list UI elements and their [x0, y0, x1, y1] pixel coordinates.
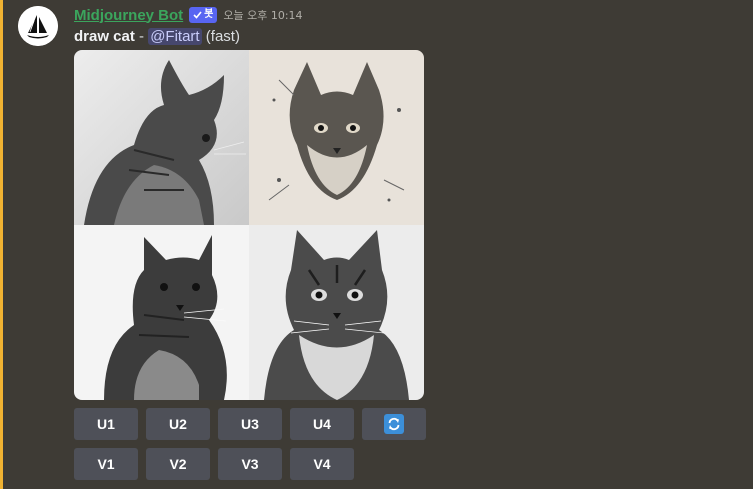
upscale-button-2[interactable]: U2 [146, 408, 210, 440]
variation-button-2[interactable]: V2 [146, 448, 210, 480]
refresh-icon [384, 414, 404, 434]
mode-label: (fast) [205, 28, 240, 45]
upscale-button-row: U1 U2 U3 U4 [74, 408, 426, 440]
reroll-button[interactable] [362, 408, 426, 440]
message-content: draw cat - @Fitart (fast) [74, 27, 240, 47]
variation-button-3[interactable]: V3 [218, 448, 282, 480]
bot-tag-label: 봇 [204, 9, 214, 20]
message-header: Midjourney Bot 봇 오늘 오후 10:14 [74, 5, 303, 25]
upscale-button-3[interactable]: U3 [218, 408, 282, 440]
variation-button-4[interactable]: V4 [290, 448, 354, 480]
cat-image [249, 50, 424, 225]
prompt-text: draw cat [74, 28, 135, 45]
image-tile-2 [249, 50, 424, 225]
variation-button-1[interactable]: V1 [74, 448, 138, 480]
cat-image [74, 225, 249, 400]
chat-message: Midjourney Bot 봇 오늘 오후 10:14 draw cat - … [0, 0, 753, 489]
checkmark-icon [193, 11, 202, 19]
variation-button-row: V1 V2 V3 V4 [74, 448, 354, 480]
username[interactable]: Midjourney Bot [74, 7, 183, 24]
image-tile-3 [74, 225, 249, 400]
user-mention[interactable]: @Fitart [148, 28, 202, 45]
image-grid[interactable] [74, 50, 424, 400]
cat-image [74, 50, 249, 225]
bot-avatar[interactable] [18, 6, 58, 46]
separator: - [134, 28, 149, 45]
upscale-button-1[interactable]: U1 [74, 408, 138, 440]
image-tile-4 [249, 225, 424, 400]
bot-badge: 봇 [189, 7, 218, 23]
sailboat-icon [18, 6, 58, 46]
timestamp[interactable]: 오늘 오후 10:14 [223, 7, 302, 23]
cat-image [249, 225, 424, 400]
image-tile-1 [74, 50, 249, 225]
upscale-button-4[interactable]: U4 [290, 408, 354, 440]
